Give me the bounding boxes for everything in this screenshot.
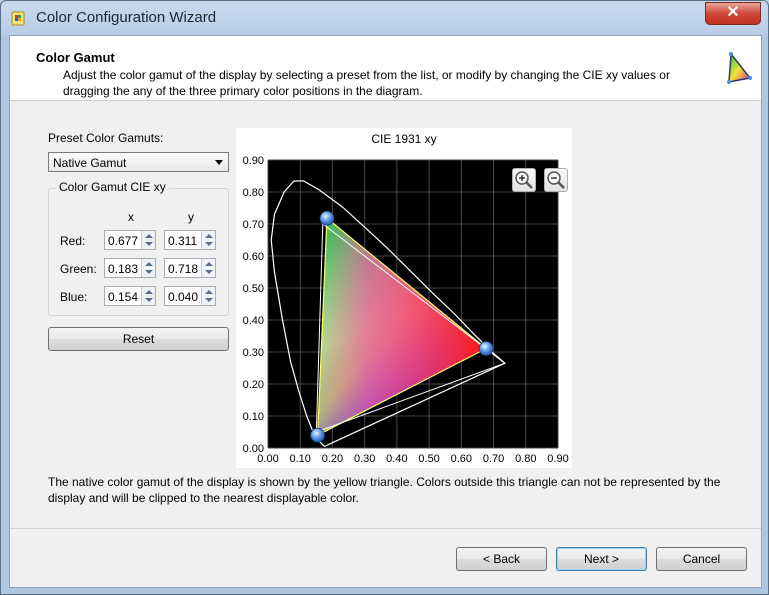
blue-y-value: 0.040 [168,290,199,304]
chart-title: CIE 1931 xy [371,132,436,146]
back-button[interactable]: < Back [456,547,547,571]
footer-separator [10,528,761,529]
y-tick-label: 0.10 [243,411,264,423]
preset-label: Preset Color Gamuts: [48,131,164,145]
spin-buttons[interactable] [201,259,215,277]
close-button[interactable]: ✕ [705,2,761,25]
x-tick-label: 0.90 [547,453,568,465]
next-button[interactable]: Next > [556,547,647,571]
x-tick-label: 0.30 [354,453,375,465]
spin-buttons[interactable] [201,231,215,249]
blue-x-spinbox[interactable]: 0.154 [104,286,156,306]
green-y-spinbox[interactable]: 0.718 [164,258,216,278]
x-tick-label: 0.80 [515,453,536,465]
red-y-spinbox[interactable]: 0.311 [164,230,216,250]
y-column-header: y [188,210,194,224]
page-title: Color Gamut [36,50,115,65]
zoom-out-button[interactable] [544,168,568,192]
red-x-spinbox[interactable]: 0.677 [104,230,156,250]
spin-up-icon[interactable] [145,290,153,294]
spin-buttons[interactable] [141,287,155,305]
chevron-down-icon [215,160,223,165]
gamut-footnote: The native color gamut of the display is… [48,475,721,505]
y-tick-label: 0.80 [243,187,264,199]
red-primary-handle[interactable] [478,341,494,356]
green-y-value: 0.718 [168,262,199,276]
spin-down-icon[interactable] [145,270,153,274]
spin-down-icon[interactable] [205,298,213,302]
x-tick-label: 0.60 [451,453,472,465]
y-tick-label: 0.90 [243,155,264,167]
x-tick-label: 0.70 [483,453,504,465]
x-tick-label: 0.50 [418,453,439,465]
spin-buttons[interactable] [141,231,155,249]
page-description: Adjust the color gamut of the display by… [63,68,670,98]
zoom-in-icon [515,171,533,189]
blue-label: Blue: [60,290,88,304]
red-label: Red: [60,234,86,248]
wizard-app-icon [11,11,25,26]
spin-down-icon[interactable] [205,242,213,246]
green-x-value: 0.183 [108,262,139,276]
blue-y-spinbox[interactable]: 0.040 [164,286,216,306]
red-x-value: 0.677 [108,234,139,248]
cancel-button[interactable]: Cancel [656,547,747,571]
wizard-window: Color Configuration Wizard ✕ Color Gamut… [0,0,769,595]
window-title: Color Configuration Wizard [36,9,217,26]
green-x-spinbox[interactable]: 0.183 [104,258,156,278]
y-tick-label: 0.30 [243,347,264,359]
blue-x-value: 0.154 [108,290,139,304]
y-tick-label: 0.00 [243,443,264,455]
blue-primary-handle[interactable] [310,427,326,443]
spin-up-icon[interactable] [145,234,153,238]
spin-up-icon[interactable] [205,262,213,266]
x-tick-label: 0.20 [322,453,343,465]
zoom-in-button[interactable] [512,168,536,192]
spin-down-icon[interactable] [145,242,153,246]
y-tick-label: 0.20 [243,379,264,391]
y-tick-label: 0.70 [243,219,264,231]
spin-down-icon[interactable] [205,270,213,274]
reset-button[interactable]: Reset [48,327,229,351]
x-tick-label: 0.40 [386,453,407,465]
spin-buttons[interactable] [141,259,155,277]
spin-buttons[interactable] [201,287,215,305]
x-column-header: x [128,210,134,224]
spin-up-icon[interactable] [205,234,213,238]
header-panel: Color Gamut Adjust the color gamut of th… [10,36,761,101]
x-tick-label: 0.10 [290,453,311,465]
preset-dropdown[interactable]: Native Gamut [48,152,229,172]
spin-down-icon[interactable] [145,298,153,302]
spin-up-icon[interactable] [205,290,213,294]
red-y-value: 0.311 [168,234,198,248]
cie-chart-panel: CIE 1931 xy 0.00 0.10 0.20 0.30 0.40 0.50 0.60… [236,128,572,468]
title-bar: Color Configuration Wizard ✕ [1,1,768,35]
y-tick-label: 0.50 [243,283,264,295]
preset-selected-value: Native Gamut [53,156,127,170]
zoom-out-icon [547,171,565,189]
green-primary-handle[interactable] [319,210,335,226]
gamut-group-title: Color Gamut CIE xy [56,180,169,194]
y-tick-label: 0.40 [243,315,264,327]
y-tick-label: 0.60 [243,251,264,263]
spin-up-icon[interactable] [145,262,153,266]
color-triangle-icon [727,52,752,84]
wizard-content: Color Gamut Adjust the color gamut of th… [9,35,762,588]
green-label: Green: [60,262,97,276]
